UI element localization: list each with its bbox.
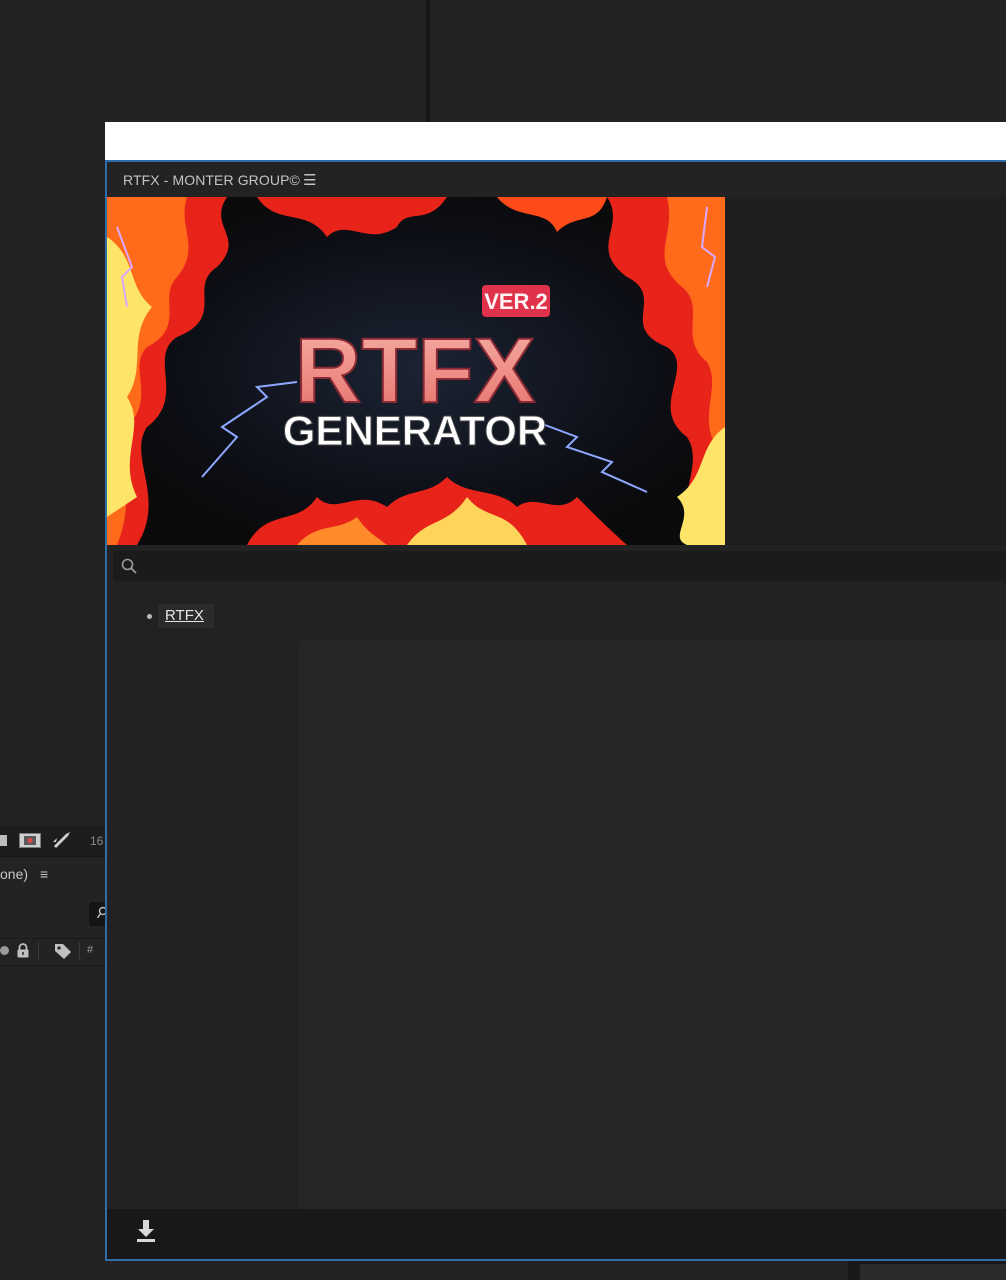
timeline-number: 16	[90, 834, 104, 848]
label-tag-icon[interactable]	[54, 943, 72, 959]
composition-menu-icon[interactable]: ≡	[40, 866, 48, 882]
lock-icon[interactable]	[16, 943, 30, 958]
background-panel-right	[430, 0, 1006, 122]
column-separator	[79, 942, 80, 959]
search-icon	[121, 558, 137, 574]
film-icon[interactable]	[19, 833, 41, 848]
category-nav	[107, 581, 1006, 641]
rtfx-generator-banner: VER.2 RTFX GENERATOR	[107, 197, 725, 545]
solo-icon[interactable]	[0, 946, 9, 955]
version-badge: VER.2	[484, 289, 548, 314]
panel-title[interactable]: RTFX - MONTER GROUP©	[123, 172, 300, 188]
search-input[interactable]	[142, 553, 996, 581]
nav-bullet	[147, 614, 152, 619]
preset-preview-area	[299, 641, 1006, 1209]
column-separator	[38, 942, 39, 959]
nav-link-rtfx[interactable]: RTFX	[165, 607, 204, 624]
composition-label: one)	[0, 866, 29, 882]
banner-side-area	[725, 197, 1006, 545]
preset-list	[107, 641, 299, 1209]
stop-icon[interactable]	[0, 835, 7, 846]
panel-footer	[107, 1209, 1006, 1259]
layer-number-column: #	[87, 944, 94, 956]
background-edge-inner	[860, 1264, 1006, 1280]
rocket-icon[interactable]	[52, 831, 72, 849]
hamburger-menu-icon[interactable]: ☰	[303, 171, 316, 189]
download-icon[interactable]	[136, 1219, 156, 1243]
timeline-panel-fragment	[0, 826, 106, 1280]
background-panel-left	[0, 0, 426, 122]
banner-subheadline: GENERATOR	[283, 407, 547, 454]
window-title-strip[interactable]	[105, 122, 1006, 160]
